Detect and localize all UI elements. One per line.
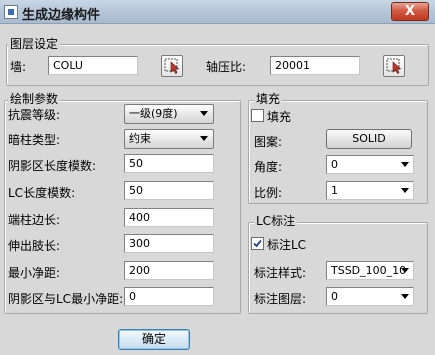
seismic-grade-label: 抗震等级:	[8, 108, 61, 122]
lc-length-input[interactable]: 50	[124, 181, 214, 200]
axial-ratio-input[interactable]: 20001	[270, 56, 360, 75]
pick-cursor-icon	[386, 58, 402, 74]
fill-checkbox-label: 填充	[267, 110, 292, 124]
app-icon	[4, 5, 18, 19]
wall-pick-button[interactable]	[161, 55, 183, 77]
column-type-value: 约束	[129, 132, 151, 145]
axial-ratio-pick-button[interactable]	[383, 55, 405, 77]
scale-label: 比例:	[254, 186, 283, 200]
column-type-select[interactable]: 约束	[124, 129, 214, 149]
window-title: 生成边缘构件	[22, 8, 101, 23]
annotate-lc-label: 标注LC	[267, 238, 307, 252]
column-type-label: 暗柱类型:	[8, 133, 61, 147]
annotation-layer-value: 0	[331, 290, 338, 303]
wall-input[interactable]: COLU	[48, 56, 138, 75]
fill-group-title: 填充	[254, 90, 283, 107]
chevron-down-icon	[200, 136, 208, 141]
pattern-button[interactable]: SOLID	[326, 129, 412, 149]
ok-button[interactable]: 确定	[118, 329, 190, 350]
extension-limb-input[interactable]: 300	[124, 234, 214, 253]
end-column-label: 端柱边长:	[8, 213, 61, 227]
min-clearance-label: 最小净距:	[8, 266, 61, 280]
draw-params-title: 绘制参数	[8, 90, 61, 107]
extension-limb-label: 伸出肢长:	[8, 239, 61, 253]
annotate-lc-checkbox[interactable]	[251, 237, 264, 250]
annotation-layer-select[interactable]: 0	[326, 287, 414, 306]
pattern-label: 图案:	[254, 135, 283, 149]
seismic-grade-select[interactable]: 一级(9度)	[124, 104, 214, 124]
lc-length-label: LC长度模数:	[8, 186, 76, 200]
annotation-layer-label: 标注图层:	[254, 292, 307, 306]
scale-select[interactable]: 1	[326, 181, 414, 200]
chevron-down-icon	[401, 294, 409, 299]
min-clearance-input[interactable]: 200	[124, 261, 214, 280]
axial-ratio-label: 轴压比:	[206, 60, 247, 74]
title-bar[interactable]: 生成边缘构件 X	[0, 0, 435, 24]
angle-label: 角度:	[254, 160, 283, 174]
chevron-down-icon	[200, 111, 208, 116]
angle-value: 0	[331, 158, 338, 171]
shadow-length-input[interactable]: 50	[124, 154, 214, 173]
close-button[interactable]: X	[391, 2, 429, 21]
seismic-grade-value: 一级(9度)	[129, 107, 178, 120]
layer-settings-title: 图层设定	[8, 35, 61, 52]
lc-annotation-title: LC标注	[254, 212, 298, 229]
pick-cursor-icon	[164, 58, 180, 74]
check-icon	[253, 239, 262, 248]
shadow-length-label: 阴影区长度模数:	[8, 159, 97, 173]
wall-label: 墙:	[10, 60, 27, 74]
annotation-style-select[interactable]: TSSD_100_10	[326, 261, 414, 280]
scale-value: 1	[331, 184, 338, 197]
shadow-lc-clearance-input[interactable]: 0	[124, 287, 214, 306]
annotation-style-label: 标注样式:	[254, 266, 307, 280]
chevron-down-icon	[401, 268, 409, 273]
annotation-style-value: TSSD_100_10	[331, 264, 407, 277]
end-column-input[interactable]: 400	[124, 208, 214, 227]
fill-checkbox[interactable]	[251, 109, 264, 122]
chevron-down-icon	[401, 162, 409, 167]
chevron-down-icon	[401, 188, 409, 193]
angle-select[interactable]: 0	[326, 155, 414, 174]
shadow-lc-clearance-label: 阴影区与LC最小净距:	[8, 292, 124, 306]
